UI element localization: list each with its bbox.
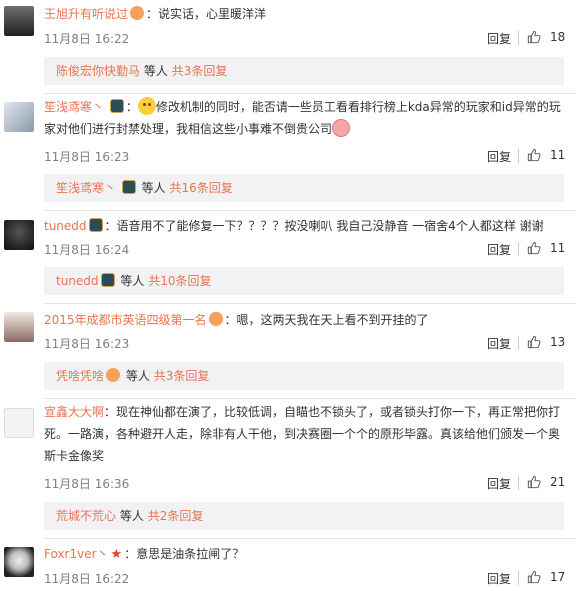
- pig-emoji-icon: [332, 119, 351, 137]
- sub-replies-box[interactable]: 陈俊宏你快勤马 等人 共3条回复: [44, 57, 564, 85]
- comment-text: ：说实话，心里暖洋洋: [146, 7, 267, 21]
- cat-badge-icon: [106, 368, 121, 382]
- sub-reply-count[interactable]: 共16条回复: [170, 181, 233, 195]
- like-button[interactable]: 11: [527, 241, 565, 255]
- sub-reply-user[interactable]: tunedd: [56, 274, 99, 288]
- avatar[interactable]: [4, 408, 34, 438]
- divider: [518, 31, 519, 45]
- like-count: 11: [550, 241, 566, 255]
- sub-reply-user[interactable]: 凭啥凭啥: [56, 369, 104, 383]
- lol-badge-icon: [121, 180, 136, 194]
- avatar[interactable]: [4, 547, 34, 577]
- sub-replies-box[interactable]: 笙浅鸢寒丶 等人 共16条回复: [44, 174, 564, 202]
- comment-time: 11月8日 16:22: [44, 572, 130, 586]
- sub-reply-mid: 等人: [141, 181, 166, 195]
- sub-reply-mid: 等人: [120, 274, 145, 288]
- like-button[interactable]: 21: [527, 475, 565, 489]
- cat-badge-icon: [130, 6, 145, 20]
- reply-button[interactable]: 回复: [487, 30, 511, 47]
- comment-divider: [44, 210, 576, 211]
- comment-text-block: 笙浅鸢寒丶 ：修改机制的同时，能否请一些员工看看排行榜上kda异常的玩家和id异…: [44, 96, 566, 140]
- like-count: 11: [550, 148, 566, 162]
- comment-text-block: 宣鑫大大啊：现在神仙都在演了，比较低调，自瞄也不锁头了，或者锁头打你一下，再正常…: [44, 401, 566, 467]
- sub-reply-user[interactable]: 荒城不荒心: [56, 509, 116, 523]
- reply-button[interactable]: 回复: [487, 148, 511, 165]
- comment-text: ：嗯，这两天我在天上看不到开挂的了: [224, 313, 429, 327]
- cat-badge-icon: [208, 312, 223, 326]
- username-link[interactable]: Foxr1ver丶: [44, 547, 109, 561]
- like-button[interactable]: 17: [527, 570, 565, 584]
- comment-text: 死。一路演，各种避开人走，除非有人干他，到决赛圈一个个的原形毕露。真该给他们颁发…: [44, 427, 561, 441]
- like-count: 13: [550, 335, 566, 349]
- comment-text-block: tunedd ：语音用不了能修复一下？？？？按没喇叭 我自己没静音 一宿舍4个人都…: [44, 215, 566, 237]
- star-badge-icon: ★: [110, 547, 123, 562]
- like-button[interactable]: 18: [527, 30, 565, 44]
- sub-reply-mid: 等人: [119, 509, 144, 523]
- avatar[interactable]: [4, 6, 34, 36]
- reply-button[interactable]: 回复: [487, 335, 511, 352]
- username-link[interactable]: 宣鑫大大啊: [44, 405, 104, 419]
- smile-emoji-icon: [137, 97, 156, 115]
- comment-text-block: Foxr1ver丶 ★ ：意思是油条拉闸了？: [44, 543, 566, 566]
- like-button[interactable]: 13: [527, 335, 565, 349]
- divider: [518, 571, 519, 585]
- comment-text: ：意思是油条拉闸了？: [124, 547, 245, 561]
- username-link[interactable]: 笙浅鸢寒丶: [44, 100, 104, 114]
- lol-badge-icon: [109, 99, 124, 113]
- thumbs-up-icon: [527, 30, 541, 44]
- reply-button[interactable]: 回复: [487, 241, 511, 258]
- comment-time: 11月8日 16:24: [44, 243, 130, 257]
- sub-replies-box[interactable]: 荒城不荒心 等人 共2条回复: [44, 502, 564, 530]
- sub-reply-mid: 等人: [143, 64, 168, 78]
- sub-reply-mid: 等人: [125, 369, 150, 383]
- avatar[interactable]: [4, 102, 34, 132]
- reply-button[interactable]: 回复: [487, 570, 511, 587]
- comment-divider: [44, 93, 576, 94]
- like-count: 18: [550, 30, 566, 44]
- comment-divider: [44, 398, 576, 399]
- divider: [518, 149, 519, 163]
- lol-badge-icon: [100, 273, 115, 287]
- thumbs-up-icon: [527, 570, 541, 584]
- username-link[interactable]: 王旭升有听说过: [44, 7, 128, 21]
- sub-replies-box[interactable]: tunedd 等人 共10条回复: [44, 267, 564, 295]
- comment-text: 斯卡金像奖: [44, 449, 105, 463]
- like-count: 17: [550, 570, 566, 584]
- comment-text: 修改机制的同时，能否请一些员工看看排行榜上kda异常的玩家和id异常的玩: [155, 100, 561, 114]
- sub-reply-count[interactable]: 共2条回复: [148, 509, 204, 523]
- username-link[interactable]: 2015年成都市英语四级第一名: [44, 313, 207, 327]
- comment-text: ：现在神仙都在演了，比较低调，自瞄也不锁头了，或者锁头打你一下，再正常把你打: [104, 405, 561, 419]
- divider: [518, 476, 519, 490]
- like-count: 21: [550, 475, 566, 489]
- comment-divider: [44, 538, 576, 539]
- reply-button[interactable]: 回复: [487, 475, 511, 492]
- sub-reply-count[interactable]: 共3条回复: [172, 64, 228, 78]
- comment-text: ：语音用不了能修复一下？？？？按没喇叭 我自己没静音 一宿舍4个人都这样 谢谢: [104, 219, 544, 233]
- thumbs-up-icon: [527, 148, 541, 162]
- comment-text-block: 王旭升有听说过 ：说实话，心里暖洋洋: [44, 3, 566, 25]
- comment-text-block: 2015年成都市英语四级第一名 ：嗯，这两天我在天上看不到开挂的了: [44, 309, 566, 331]
- sub-reply-user[interactable]: 陈俊宏你快勤马: [56, 64, 140, 78]
- avatar[interactable]: [4, 220, 34, 250]
- divider: [518, 336, 519, 350]
- comment-divider: [44, 303, 576, 304]
- thumbs-up-icon: [527, 335, 541, 349]
- sub-reply-user[interactable]: 笙浅鸢寒丶: [56, 181, 116, 195]
- sub-reply-count[interactable]: 共3条回复: [154, 369, 210, 383]
- divider: [518, 242, 519, 256]
- lol-badge-icon: [88, 218, 103, 232]
- comment-time: 11月8日 16:23: [44, 150, 130, 164]
- sub-reply-count[interactable]: 共10条回复: [148, 274, 211, 288]
- thumbs-up-icon: [527, 241, 541, 255]
- comment-text: 家对他们进行封禁处理，我相信这些小事难不倒贵公司: [44, 122, 333, 136]
- username-link[interactable]: tunedd: [44, 219, 87, 233]
- avatar[interactable]: [4, 312, 34, 342]
- comment-time: 11月8日 16:22: [44, 32, 130, 46]
- sub-replies-box[interactable]: 凭啥凭啥 等人 共3条回复: [44, 362, 564, 390]
- comment-time: 11月8日 16:36: [44, 477, 130, 491]
- thumbs-up-icon: [527, 475, 541, 489]
- comment-time: 11月8日 16:23: [44, 337, 130, 351]
- like-button[interactable]: 11: [527, 148, 565, 162]
